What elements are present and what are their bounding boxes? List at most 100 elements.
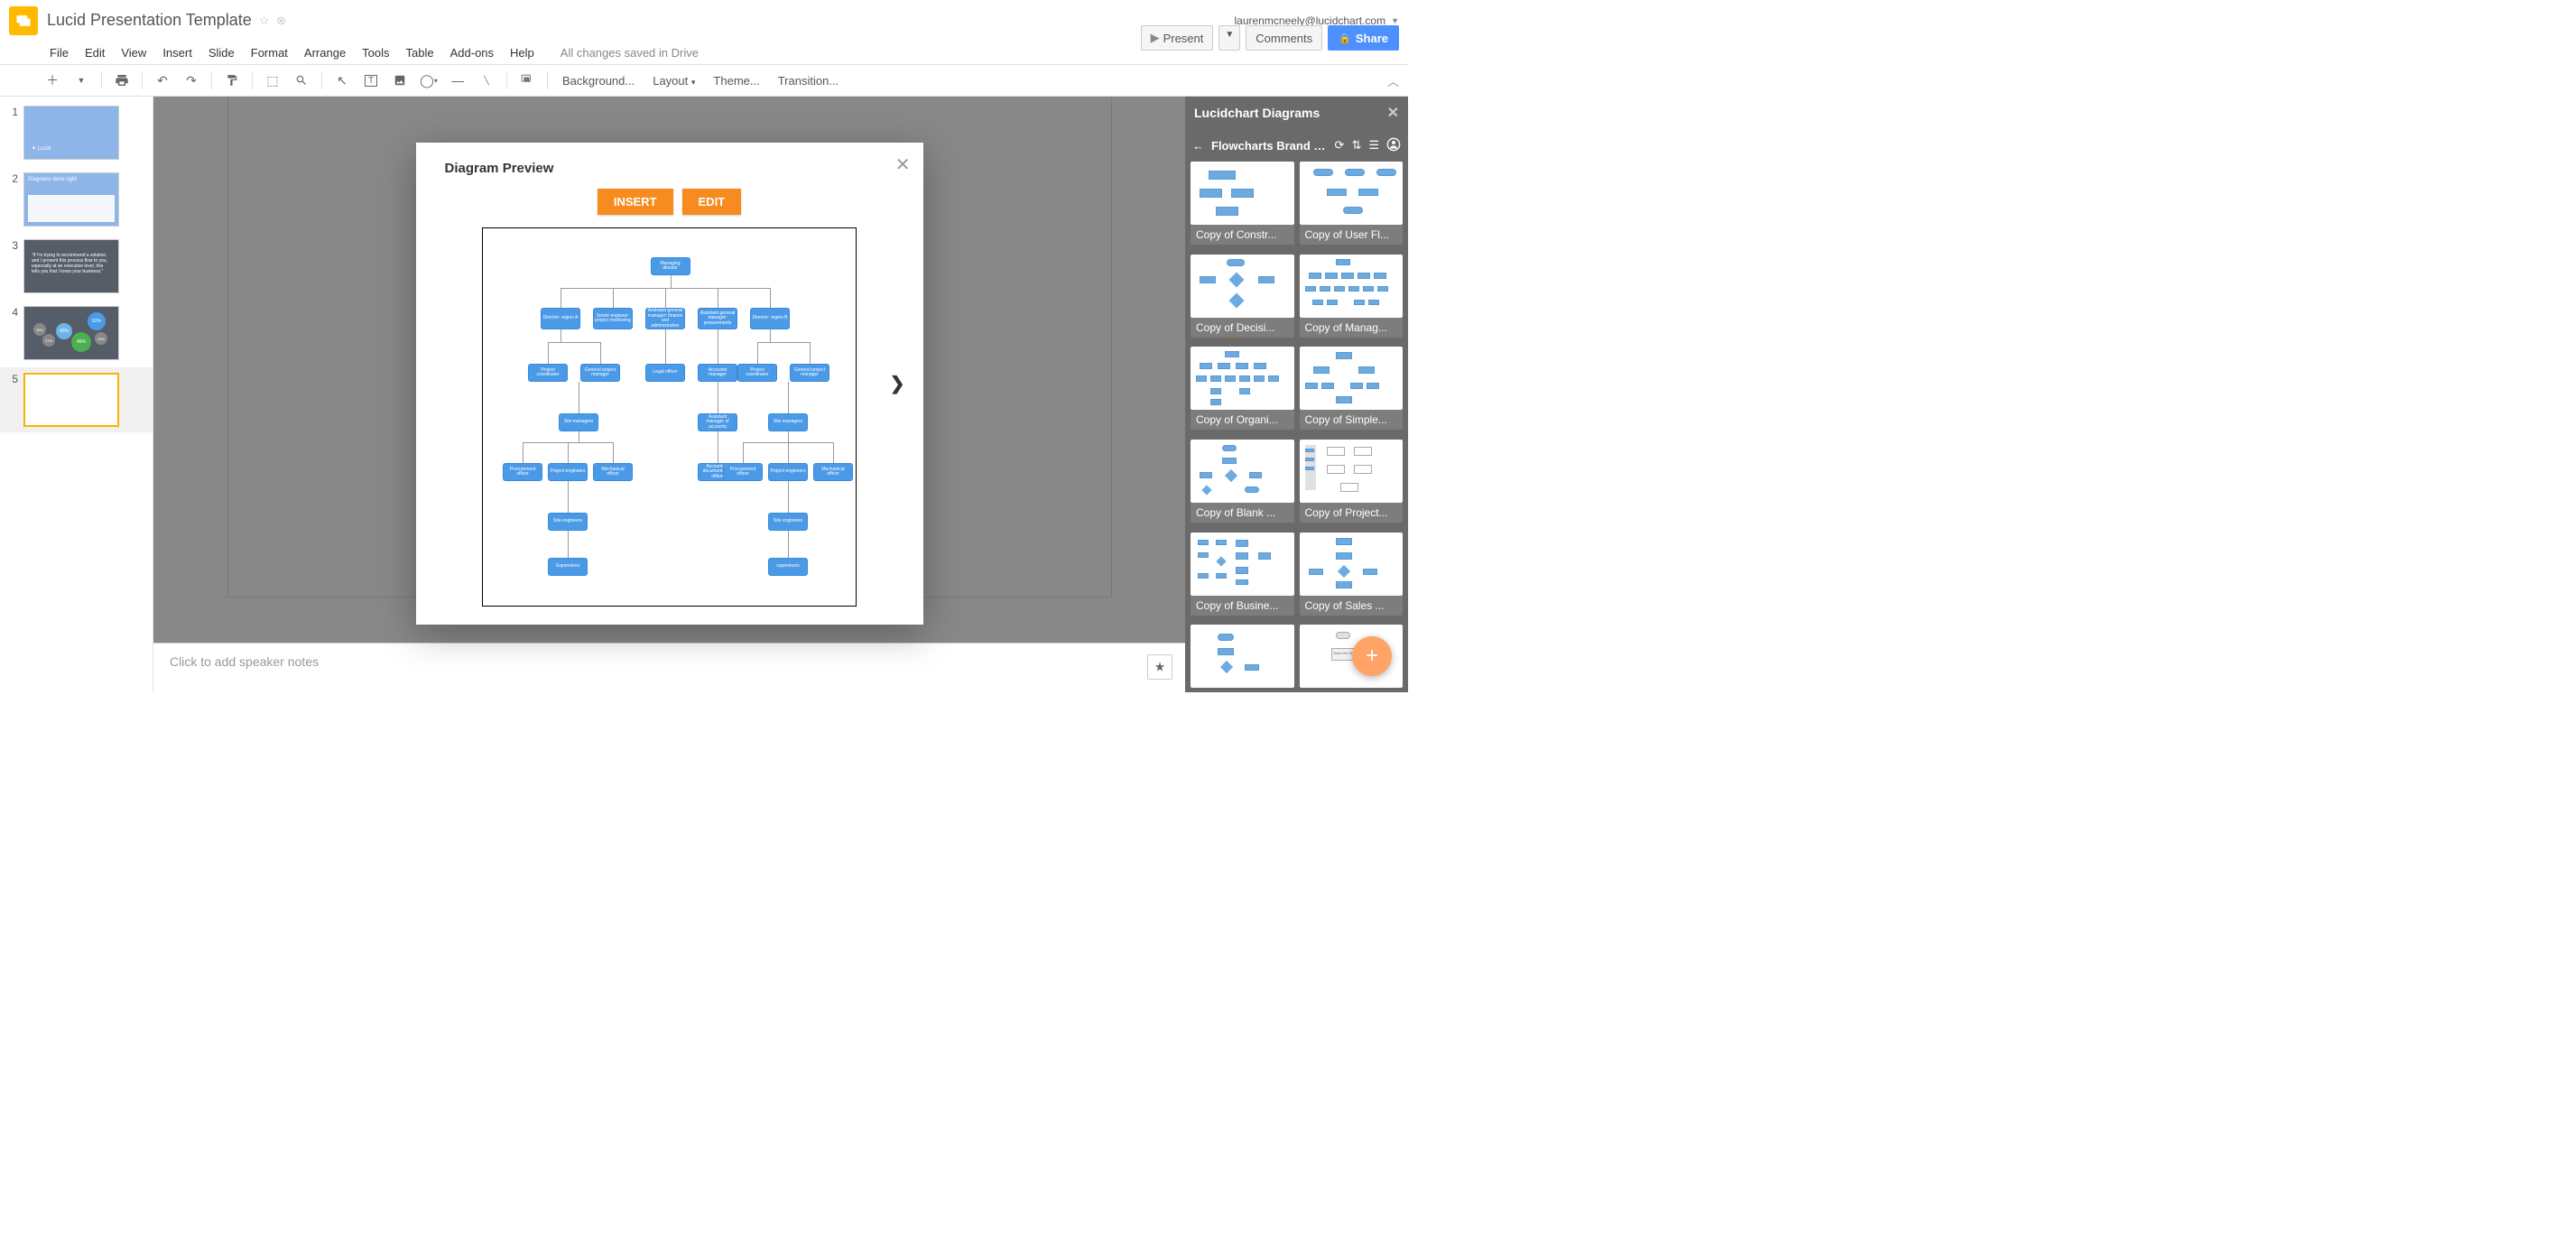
menu-arrange[interactable]: Arrange: [296, 42, 354, 63]
org-node: Project engineers: [768, 463, 808, 481]
diagram-label: Copy of Constr...: [1191, 225, 1294, 245]
lock-icon: 🔒: [1339, 32, 1351, 44]
separator: [142, 71, 143, 89]
share-button[interactable]: 🔒 Share: [1328, 25, 1399, 51]
slide-thumbnail[interactable]: 3 "If I'm trying to recommend a solution…: [0, 234, 153, 299]
diagram-label: Copy of Organi...: [1191, 410, 1294, 430]
print-icon[interactable]: [111, 69, 133, 91]
menu-format[interactable]: Format: [243, 42, 296, 63]
org-node: Mechanical officer: [593, 463, 633, 481]
slide-number: 4: [5, 306, 18, 319]
next-diagram-icon[interactable]: ❯: [890, 373, 905, 395]
list-view-icon[interactable]: ☰: [1368, 138, 1379, 153]
sort-icon[interactable]: ⇅: [1351, 138, 1361, 153]
menu-view[interactable]: View: [113, 42, 154, 63]
diagram-item[interactable]: Copy of Decisi...: [1191, 255, 1294, 342]
org-node: Project engineers: [548, 463, 588, 481]
diagram-preview-image: Managing director Director: region A Senio…: [482, 227, 857, 607]
org-node: Supervisors: [548, 558, 588, 576]
diagram-label: Copy of Busine...: [1191, 596, 1294, 616]
menu-tools[interactable]: Tools: [354, 42, 397, 63]
back-icon[interactable]: ←: [1192, 139, 1204, 153]
org-node: Assistant general manager: procurements: [698, 308, 737, 329]
insert-button[interactable]: INSERT: [598, 189, 673, 215]
diagram-item[interactable]: Copy of Constr...: [1191, 162, 1294, 249]
slide-thumbnail[interactable]: 4 63% 46% 45% 37% 39% 43%: [0, 301, 153, 366]
new-slide-button[interactable]: ＋: [42, 69, 63, 91]
diagram-preview-modal: ✕ Diagram Preview INSERT EDIT Managing d…: [416, 143, 923, 625]
org-node: General project manager: [580, 364, 620, 382]
slide-number: 2: [5, 172, 18, 185]
menu-table[interactable]: Table: [398, 42, 442, 63]
diagram-label: Copy of Simple...: [1300, 410, 1404, 430]
org-node: Director: region A: [541, 308, 580, 329]
save-status: All changes saved in Drive: [561, 46, 699, 60]
lucidchart-panel: Lucidchart Diagrams ✕ ← Flowcharts Brand…: [1185, 97, 1408, 692]
slide-thumbnail[interactable]: 2 Diagrams done right: [0, 167, 153, 232]
org-node: Procurement officer: [723, 463, 763, 481]
thumb: [23, 373, 119, 427]
menu-addons[interactable]: Add-ons: [442, 42, 502, 63]
document-title[interactable]: Lucid Presentation Template: [47, 11, 252, 30]
refresh-icon[interactable]: ⟳: [1335, 138, 1345, 153]
comments-label: Comments: [1256, 32, 1312, 45]
diagram-item[interactable]: Copy of Busine...: [1191, 533, 1294, 620]
diagram-label: Copy of Blank ...: [1191, 503, 1294, 523]
diagram-item[interactable]: Copy of Organi...: [1191, 347, 1294, 434]
menu-slide[interactable]: Slide: [200, 42, 243, 63]
diagram-item[interactable]: Copy of Project...: [1300, 440, 1404, 527]
menu-file[interactable]: File: [42, 42, 77, 63]
diagram-label: Copy of User Fl...: [1300, 225, 1404, 245]
diagram-label: Copy of Project...: [1300, 503, 1404, 523]
folder-icon[interactable]: ⊗: [276, 14, 286, 27]
org-node: Site engineers: [548, 513, 588, 531]
org-node: Accounts manager: [698, 364, 737, 382]
slide-panel: 1 ✦ Lucid 2 Diagrams done right 3 "If I'…: [0, 97, 153, 692]
diagram-item[interactable]: Copy of User Fl...: [1300, 162, 1404, 249]
org-node: Legal officer: [645, 364, 685, 382]
modal-overlay: ✕ Diagram Preview INSERT EDIT Managing d…: [153, 75, 1185, 692]
new-slide-dropdown[interactable]: ▼: [70, 69, 92, 91]
diagram-item[interactable]: Copy of Manag...: [1300, 255, 1404, 342]
slide-number: 3: [5, 239, 18, 252]
diagram-label: Copy of Sales ...: [1300, 596, 1404, 616]
org-node: Site managers: [559, 413, 598, 431]
org-node: Project coordinator: [528, 364, 568, 382]
slide-number: 5: [5, 373, 18, 385]
close-panel-icon[interactable]: ✕: [1387, 104, 1399, 122]
diagram-item[interactable]: Copy of Blank ...: [1191, 440, 1294, 527]
collapse-toolbar-icon[interactable]: ︿: [1387, 72, 1399, 89]
close-modal-icon[interactable]: ✕: [895, 153, 911, 176]
menu-insert[interactable]: Insert: [154, 42, 200, 63]
org-node: Assistant general manager: finance and a…: [645, 308, 685, 329]
slide-thumbnail[interactable]: 5: [0, 367, 153, 432]
org-node: Project coordinator: [737, 364, 777, 382]
org-node: Site engineers: [768, 513, 808, 531]
edit-button[interactable]: EDIT: [682, 189, 742, 215]
present-dropdown-button[interactable]: ▼: [1219, 25, 1240, 51]
org-node: Director: region B: [750, 308, 790, 329]
org-node: Managing director: [651, 257, 690, 275]
menu-edit[interactable]: Edit: [77, 42, 113, 63]
account-icon[interactable]: [1386, 137, 1401, 154]
comments-button[interactable]: Comments: [1246, 25, 1322, 51]
thumb: "If I'm trying to recommend a solution, …: [23, 239, 119, 293]
menu-help[interactable]: Help: [502, 42, 542, 63]
menu-bar: File Edit View Insert Slide Format Arran…: [42, 42, 542, 63]
org-node: supervisors: [768, 558, 808, 576]
org-node: Senior engineer: project monitoring: [593, 308, 633, 329]
diagram-item[interactable]: [1191, 625, 1294, 692]
thumb: 63% 46% 45% 37% 39% 43%: [23, 306, 119, 360]
add-diagram-button[interactable]: +: [1352, 636, 1392, 676]
user-menu-caret-icon[interactable]: ▼: [1391, 16, 1399, 25]
diagram-item[interactable]: Copy of Simple...: [1300, 347, 1404, 434]
panel-title: Lucidchart Diagrams: [1194, 106, 1320, 120]
present-button[interactable]: ▶ Present: [1141, 25, 1214, 51]
modal-title: Diagram Preview: [445, 161, 902, 176]
org-node: General project manager: [790, 364, 829, 382]
org-node: Procurement officer: [503, 463, 542, 481]
slide-thumbnail[interactable]: 1 ✦ Lucid: [0, 100, 153, 165]
star-icon[interactable]: ☆: [259, 14, 270, 27]
diagram-item[interactable]: Copy of Sales ...: [1300, 533, 1404, 620]
slides-logo[interactable]: [9, 6, 38, 35]
